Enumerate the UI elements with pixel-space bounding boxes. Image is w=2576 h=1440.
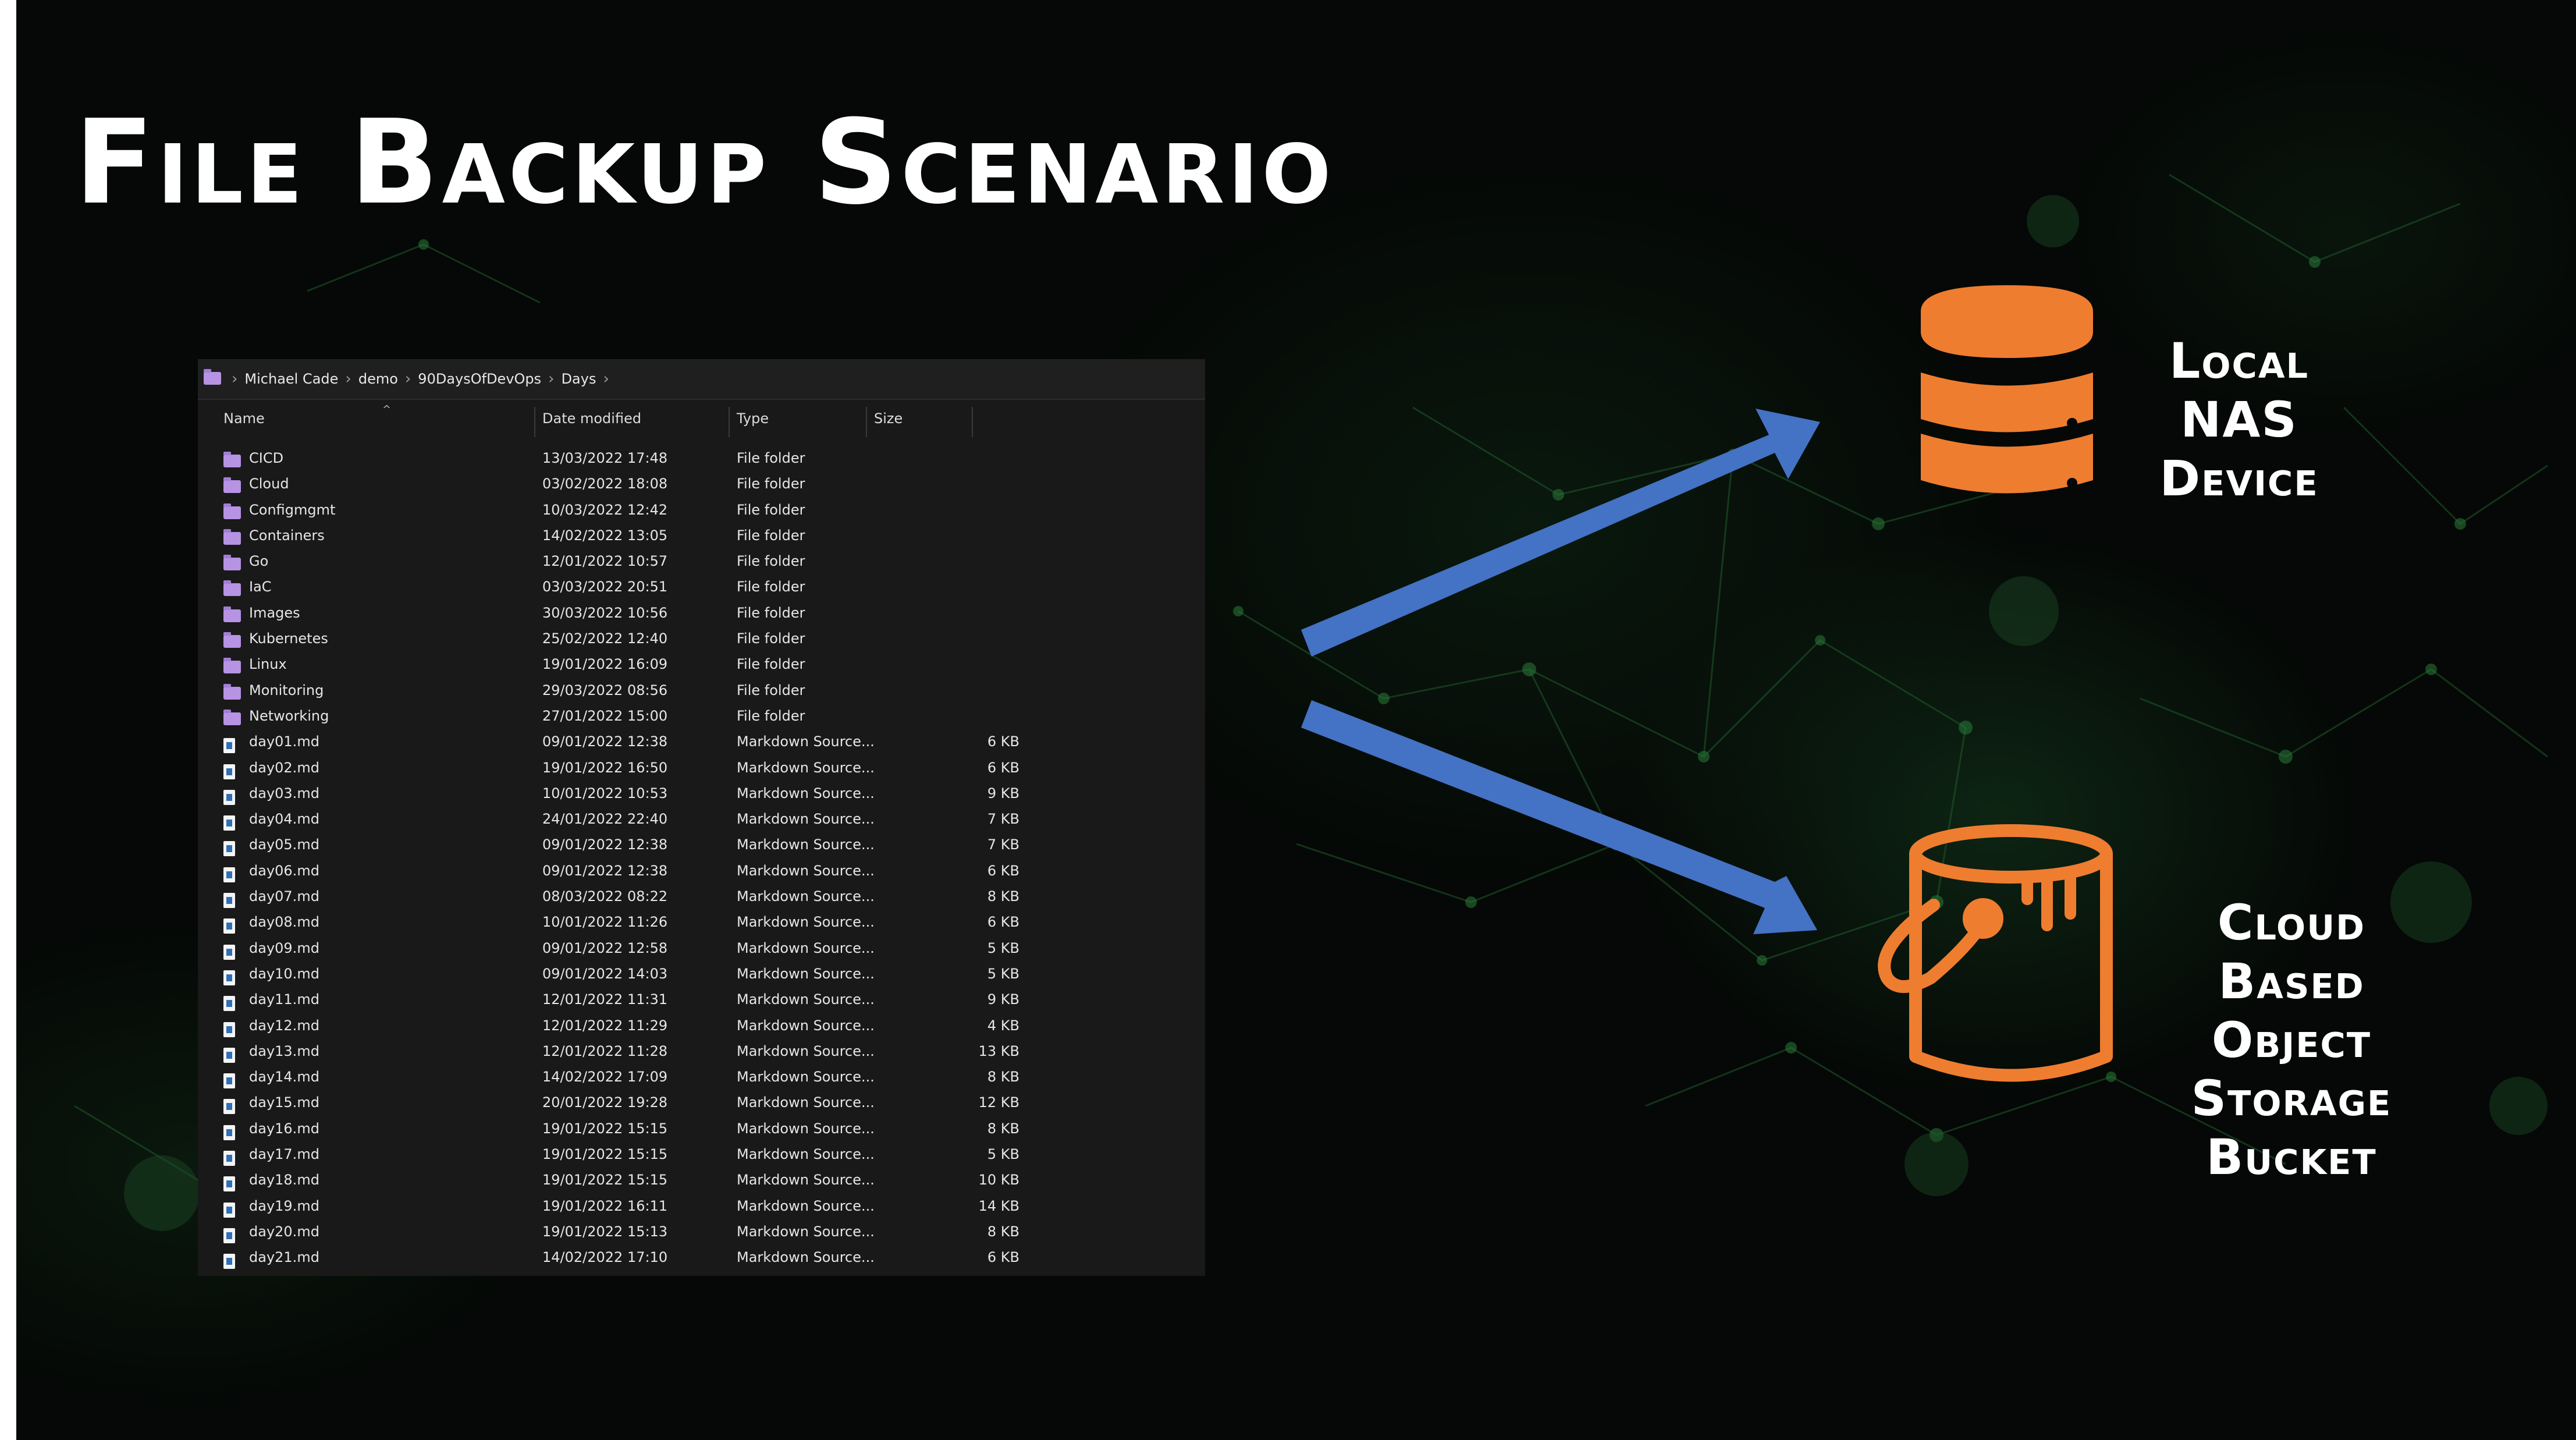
nas-label-line: Device [2159,449,2319,507]
bucket-icon [1878,824,2113,1082]
slide: File Backup Scenario › Michael Cade › de… [16,0,2576,1440]
cloud-label-line: Object [2211,1011,2372,1069]
cloud-label-line: Cloud [2217,894,2366,951]
cloud-label-line: Bucket [2206,1129,2377,1186]
nas-label-line: Local NAS [2169,332,2309,448]
nas-label: Local NAS Device [2129,332,2350,508]
cloud-storage-label: Cloud Based Object Storage Bucket [2169,893,2414,1187]
arrow-to-nas [1301,409,1820,657]
cloud-label-line: Storage [2191,1070,2392,1127]
arrows-layer [1301,285,2113,1082]
arrow-to-cloud [1301,700,1817,934]
cloud-label-line: Based [2218,952,2365,1010]
database-icon [1921,285,2093,494]
